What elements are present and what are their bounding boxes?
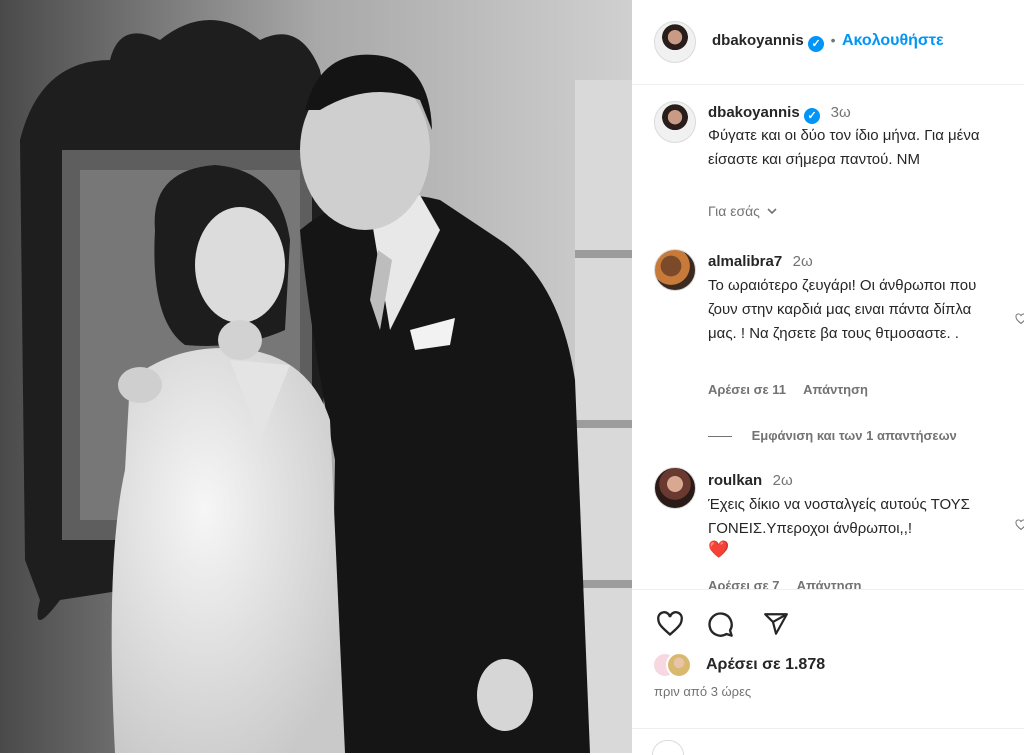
actions-bar: Αρέσει σε 1.878 πριν από 3 ώρες: [632, 589, 1024, 755]
post-header: dbakoyannis ✓ • Ακολουθήστε: [632, 0, 1024, 84]
commenter-avatar[interactable]: [654, 467, 696, 509]
heart-emoji: ❤️: [708, 540, 730, 559]
caption-text: Φύγατε και οι δύο τον ίδιο μήνα. Για μέν…: [708, 127, 980, 168]
comment-icon: [708, 612, 733, 637]
comment-text: Έχεις δίκιο να νοσταλγείς αυτούς ΤΟΥΣ ΓΟ…: [708, 496, 970, 537]
heart-icon: [657, 611, 683, 637]
comment-like-icon[interactable]: [1015, 313, 1024, 325]
comment-likes[interactable]: Αρέσει σε 11: [708, 382, 786, 397]
view-replies-label: Εμφάνιση και των 1 απαντήσεων: [751, 428, 957, 443]
comment-like-icon[interactable]: [1015, 519, 1024, 531]
verified-badge-icon: ✓: [804, 108, 821, 124]
replies-line: [708, 436, 732, 438]
caption-time[interactable]: 3ω: [831, 104, 851, 121]
reply-button[interactable]: Απάντηση: [803, 382, 868, 397]
post-sidebar: dbakoyannis ✓ • Ακολουθήστε dbakoyannis …: [632, 0, 1024, 755]
comment-username[interactable]: roulkan: [708, 472, 762, 489]
comment-time[interactable]: 2ω: [793, 253, 813, 270]
likes-count[interactable]: Αρέσει σε 1.878: [706, 656, 825, 674]
verified-badge-icon: ✓: [808, 36, 825, 52]
caption-username[interactable]: dbakoyannis: [708, 104, 800, 121]
chevron-down-icon: [767, 208, 777, 215]
post-photo: [0, 0, 632, 753]
follow-button[interactable]: Ακολουθήστε: [842, 32, 944, 49]
comment-button[interactable]: [704, 608, 736, 640]
author-username[interactable]: dbakoyannis: [712, 32, 804, 49]
share-button[interactable]: [760, 608, 792, 640]
comment-text: Το ωραιότερο ζευγάρι! Οι άνθρωποι που ζο…: [708, 277, 977, 342]
liked-by-avatars[interactable]: [652, 652, 702, 678]
caption-avatar[interactable]: [654, 101, 696, 143]
author-avatar[interactable]: [654, 21, 696, 63]
header-divider: [632, 84, 1024, 85]
liker-avatar: [666, 652, 692, 678]
comment-time[interactable]: 2ω: [773, 472, 793, 489]
like-button[interactable]: [654, 608, 686, 640]
comment-username[interactable]: almalibra7: [708, 253, 782, 270]
view-replies[interactable]: Εμφάνιση και των 1 απαντήσεων: [708, 428, 957, 443]
share-icon: [764, 613, 788, 635]
post-timestamp[interactable]: πριν από 3 ώρες: [654, 684, 751, 699]
footer-divider: [632, 728, 1024, 729]
translation-label: Για εσάς: [708, 203, 760, 219]
commenter-avatar[interactable]: [654, 249, 696, 291]
wedding-photo: [0, 0, 632, 753]
separator-dot: •: [830, 32, 836, 48]
translation-toggle[interactable]: Για εσάς: [708, 203, 778, 219]
